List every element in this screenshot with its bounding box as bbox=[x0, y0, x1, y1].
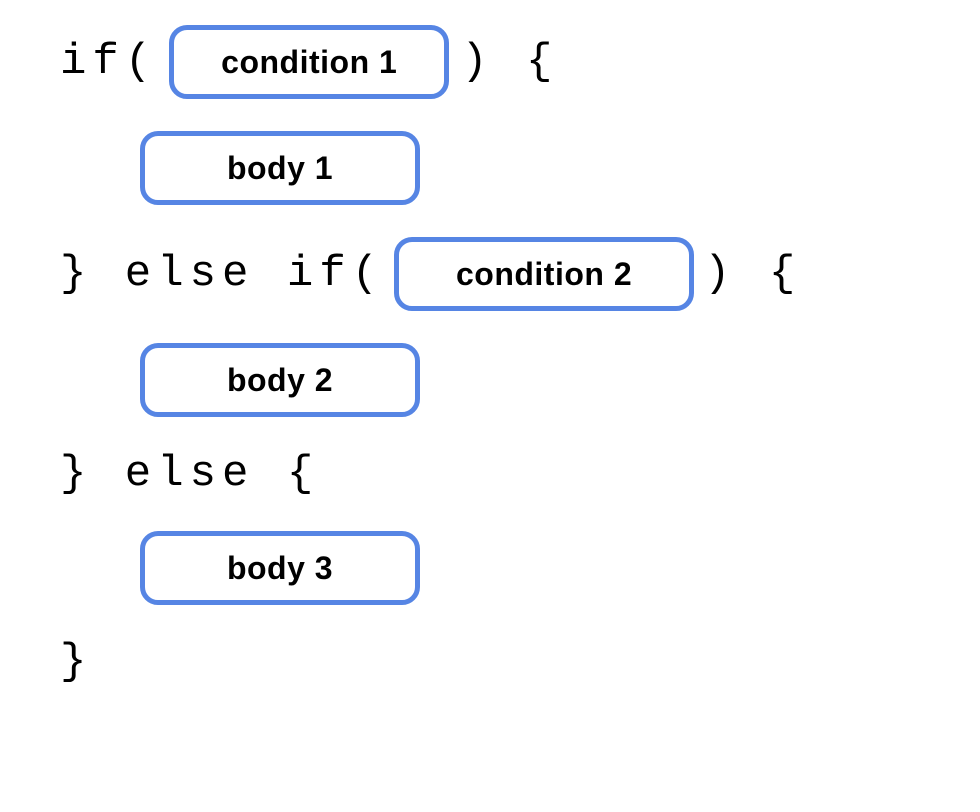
close-paren-brace-2: ) { bbox=[704, 249, 801, 299]
close-brace: } bbox=[60, 637, 92, 687]
line-close: } bbox=[60, 637, 920, 687]
line-if: if( condition 1 ) { bbox=[60, 25, 920, 99]
close-paren-brace-1: ) { bbox=[461, 37, 558, 87]
keyword-else-if: } else if( bbox=[60, 249, 384, 299]
line-else: } else { bbox=[60, 449, 920, 499]
placeholder-condition-2: condition 2 bbox=[394, 237, 694, 311]
placeholder-body-1: body 1 bbox=[140, 131, 420, 205]
placeholder-condition-1: condition 1 bbox=[169, 25, 449, 99]
line-body-1: body 1 bbox=[60, 131, 920, 205]
line-body-2: body 2 bbox=[60, 343, 920, 417]
line-else-if: } else if( condition 2 ) { bbox=[60, 237, 920, 311]
line-body-3: body 3 bbox=[60, 531, 920, 605]
if-else-diagram: if( condition 1 ) { body 1 } else if( co… bbox=[60, 25, 920, 719]
placeholder-body-2: body 2 bbox=[140, 343, 420, 417]
keyword-if: if( bbox=[60, 37, 157, 87]
keyword-else: } else { bbox=[60, 449, 319, 499]
placeholder-body-3: body 3 bbox=[140, 531, 420, 605]
